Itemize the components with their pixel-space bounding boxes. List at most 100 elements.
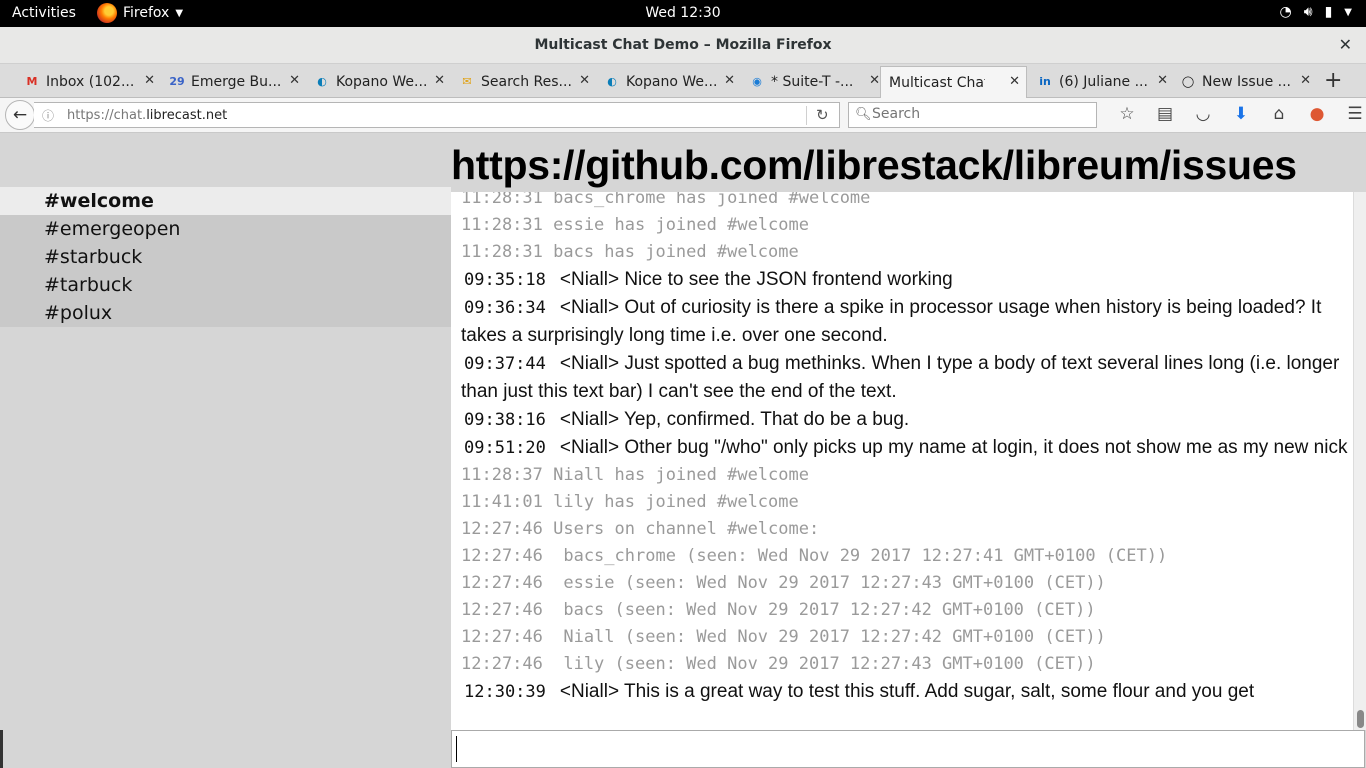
- tab-close-icon[interactable]: ✕: [1157, 73, 1168, 88]
- channel-item[interactable]: #tarbuck: [0, 271, 451, 299]
- channel-item[interactable]: #welcome: [0, 187, 451, 215]
- clock[interactable]: Wed 12:30: [0, 5, 1366, 21]
- message-text: <Niall> Yep, confirmed. That do be a bug…: [559, 409, 910, 430]
- url-bar[interactable]: ⓘ https://chat.librecast.net ↻: [34, 102, 840, 128]
- caret-down-icon: ▼: [1344, 7, 1352, 18]
- toolbar-icons: ☆ ▤ ◡ ⬇ ⌂ ● ☰: [1108, 104, 1366, 124]
- chat-message: 09:35:18 <Niall> Nice to see the JSON fro…: [461, 266, 1353, 294]
- window-close-icon[interactable]: ✕: [1339, 35, 1352, 54]
- tab-close-icon[interactable]: ✕: [434, 73, 445, 88]
- tab-close-icon[interactable]: ✕: [1009, 74, 1020, 89]
- calendar-icon: 29: [169, 75, 185, 88]
- system-message: 11:28:31 bacs has joined #welcome: [461, 242, 799, 262]
- search-icon: 🔍︎: [855, 107, 872, 122]
- gmail-icon: M: [26, 75, 38, 88]
- chat-log[interactable]: 11:28:31 bacs_chrome has joined #welcome…: [451, 192, 1353, 730]
- message-text: <Niall> Nice to see the JSON frontend wo…: [559, 269, 953, 290]
- channel-item[interactable]: #polux: [0, 299, 451, 327]
- message-text: <Niall> Other bug "/who" only picks up m…: [559, 437, 1348, 458]
- duckduckgo-icon[interactable]: ●: [1298, 104, 1336, 124]
- page-content: https://github.com/librestack/libreum/is…: [0, 134, 1366, 768]
- reading-list-icon[interactable]: ▤: [1146, 104, 1184, 124]
- app-menu[interactable]: Firefox ▼: [97, 3, 183, 23]
- window-titlebar: Multicast Chat Demo – Mozilla Firefox ✕: [0, 27, 1366, 64]
- tab-label: Search Res...: [481, 73, 572, 90]
- window-title: Multicast Chat Demo – Mozilla Firefox: [534, 37, 832, 53]
- tab-1[interactable]: 29 Emerge Bu... ✕: [161, 66, 306, 97]
- tab-close-icon[interactable]: ✕: [724, 73, 735, 88]
- tab-3[interactable]: ✉ Search Res... ✕: [451, 66, 596, 97]
- channel-item[interactable]: #starbuck: [0, 243, 451, 271]
- tab-strip: M Inbox (102... ✕ 29 Emerge Bu... ✕ ◐ Kopano We…: [0, 64, 1366, 99]
- url-divider: [806, 106, 807, 125]
- tab-close-icon[interactable]: ✕: [289, 73, 300, 88]
- linkedin-icon: in: [1039, 75, 1051, 88]
- kopano-icon: ◐: [317, 75, 327, 88]
- text-caret: [456, 736, 457, 762]
- chat-message: 12:30:39 <Niall> This is a great way to t…: [461, 678, 1353, 706]
- reload-icon[interactable]: ↻: [816, 106, 829, 124]
- gnome-top-bar: Activities Firefox ▼ Wed 12:30 ◔ 🔊︎ ▮ ▼: [0, 0, 1366, 27]
- page-heading: https://github.com/librestack/libreum/is…: [451, 142, 1297, 188]
- pocket-icon[interactable]: ◡: [1184, 104, 1222, 124]
- channel-item[interactable]: #emergeopen: [0, 215, 451, 243]
- navigation-toolbar: ← ⓘ https://chat.librecast.net ↻ 🔍︎ ☆ ▤ …: [0, 98, 1366, 133]
- tab-6[interactable]: Multicast Chat... ✕: [880, 66, 1027, 99]
- tab-8[interactable]: ◯ New Issue ... ✕: [1172, 66, 1317, 97]
- tab-5[interactable]: ◉ * Suite-T -... ✕: [741, 66, 886, 97]
- new-tab-icon[interactable]: +: [1324, 68, 1342, 93]
- github-icon: ◯: [1181, 75, 1195, 88]
- system-message: 11:41:01 lily has joined #welcome: [461, 492, 799, 512]
- chat-log-content: 11:28:31 bacs_chrome has joined #welcome…: [461, 192, 1353, 706]
- info-icon[interactable]: ⓘ: [42, 107, 54, 124]
- system-message: 12:27:46 bacs (seen: Wed Nov 29 2017 12:…: [461, 600, 1096, 620]
- message-timestamp: 09:37:44: [464, 354, 546, 374]
- channel-list: #welcome #emergeopen #starbuck #tarbuck #pol…: [0, 187, 451, 327]
- system-message: 11:28:37 Niall has joined #welcome: [461, 465, 809, 485]
- system-message: 12:27:46 bacs_chrome (seen: Wed Nov 29 2…: [461, 546, 1168, 566]
- chat-message: 09:36:34 <Niall> Out of curiosity is ther…: [461, 294, 1353, 350]
- system-message: 12:27:46 lily (seen: Wed Nov 29 2017 12:…: [461, 654, 1096, 674]
- message-timestamp: 12:30:39: [464, 682, 546, 702]
- download-icon[interactable]: ⬇: [1222, 104, 1260, 124]
- url-text[interactable]: https://chat.librecast.net: [67, 108, 227, 123]
- system-tray[interactable]: ◔ 🔊︎ ▮ ▼: [1280, 4, 1352, 20]
- bookmark-star-icon[interactable]: ☆: [1108, 104, 1146, 124]
- message-input[interactable]: [451, 730, 1365, 768]
- system-message: 11:28:31 bacs_chrome has joined #welcome: [461, 192, 871, 208]
- tab-0[interactable]: M Inbox (102... ✕: [16, 66, 161, 97]
- tab-label: Emerge Bu...: [191, 73, 282, 90]
- message-timestamp: 09:35:18: [464, 270, 546, 290]
- wifi-icon: ◔: [1279, 4, 1292, 20]
- tab-2[interactable]: ◐ Kopano We... ✕: [306, 66, 451, 97]
- chat-message: 09:38:16 <Niall> Yep, confirmed. That do …: [461, 406, 1353, 434]
- search-input[interactable]: [872, 106, 1092, 122]
- activities-button[interactable]: Activities: [12, 5, 76, 21]
- system-message: 12:27:46 Niall (seen: Wed Nov 29 2017 12…: [461, 627, 1106, 647]
- home-icon[interactable]: ⌂: [1260, 104, 1298, 124]
- chat-message: 09:37:44 <Niall> Just spotted a bug methi…: [461, 350, 1353, 406]
- tab-label: * Suite-T -...: [771, 73, 854, 90]
- left-edge: [0, 730, 3, 768]
- suite-icon: ◉: [752, 75, 762, 88]
- tab-4[interactable]: ◐ Kopano We... ✕: [596, 66, 741, 97]
- tab-close-icon[interactable]: ✕: [579, 73, 590, 88]
- tab-7[interactable]: in (6) Juliane ... ✕: [1029, 66, 1174, 97]
- search-box[interactable]: 🔍︎: [848, 102, 1097, 128]
- tab-label: (6) Juliane ...: [1059, 73, 1148, 90]
- tab-close-icon[interactable]: ✕: [869, 73, 880, 88]
- tab-close-icon[interactable]: ✕: [144, 73, 155, 88]
- tab-close-icon[interactable]: ✕: [1300, 73, 1311, 88]
- message-text: <Niall> Just spotted a bug methinks. Whe…: [461, 353, 1340, 402]
- chat-message: 09:51:20 <Niall> Other bug "/who" only pi…: [461, 434, 1353, 462]
- menu-icon[interactable]: ☰: [1336, 104, 1366, 124]
- tab-label: Multicast Chat...: [889, 75, 985, 91]
- volume-icon: 🔊︎: [1303, 4, 1313, 20]
- system-message: 12:27:46 Users on channel #welcome:: [461, 519, 820, 539]
- scrollbar-thumb[interactable]: [1357, 710, 1364, 728]
- tab-label: Kopano We...: [626, 73, 718, 90]
- chat-scrollbar[interactable]: [1353, 192, 1366, 730]
- system-message: 11:28:31 essie has joined #welcome: [461, 215, 809, 235]
- tab-label: Inbox (102...: [46, 73, 135, 90]
- back-button[interactable]: ←: [5, 100, 35, 130]
